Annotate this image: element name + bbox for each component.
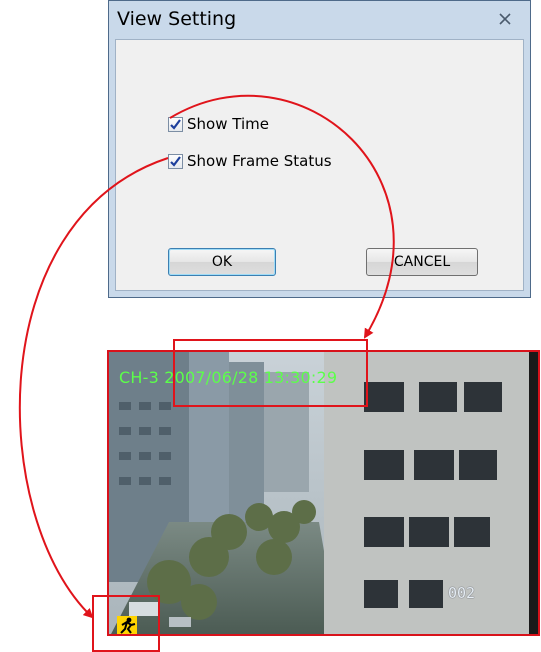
ok-button[interactable]: OK	[168, 248, 276, 276]
street-scene-image	[109, 352, 538, 634]
close-icon	[499, 13, 511, 25]
dialog-client-area: Show Time Show Frame Status OK CANCEL	[115, 39, 524, 291]
dialog-title: View Setting	[117, 8, 237, 30]
checkmark-icon	[170, 155, 181, 167]
view-setting-dialog: View Setting Show Time Show Frame Status	[108, 0, 531, 298]
checkmark-icon	[170, 118, 181, 130]
frame-status-icon	[117, 616, 137, 634]
dialog-titlebar[interactable]: View Setting	[109, 1, 530, 37]
show-frame-status-checkbox[interactable]	[168, 153, 183, 169]
camera-video-view[interactable]: CH-3 2007/06/28 13:30:29 002	[107, 350, 540, 636]
cancel-button[interactable]: CANCEL	[366, 248, 478, 276]
show-time-row[interactable]: Show Time	[168, 115, 269, 133]
show-time-label: Show Time	[187, 115, 269, 133]
show-time-checkbox[interactable]	[168, 116, 183, 132]
show-frame-status-row[interactable]: Show Frame Status	[168, 152, 332, 170]
camera-number: 002	[448, 584, 476, 602]
show-frame-status-label: Show Frame Status	[187, 152, 332, 170]
close-button[interactable]	[492, 9, 518, 29]
time-overlay: CH-3 2007/06/28 13:30:29	[119, 368, 338, 387]
